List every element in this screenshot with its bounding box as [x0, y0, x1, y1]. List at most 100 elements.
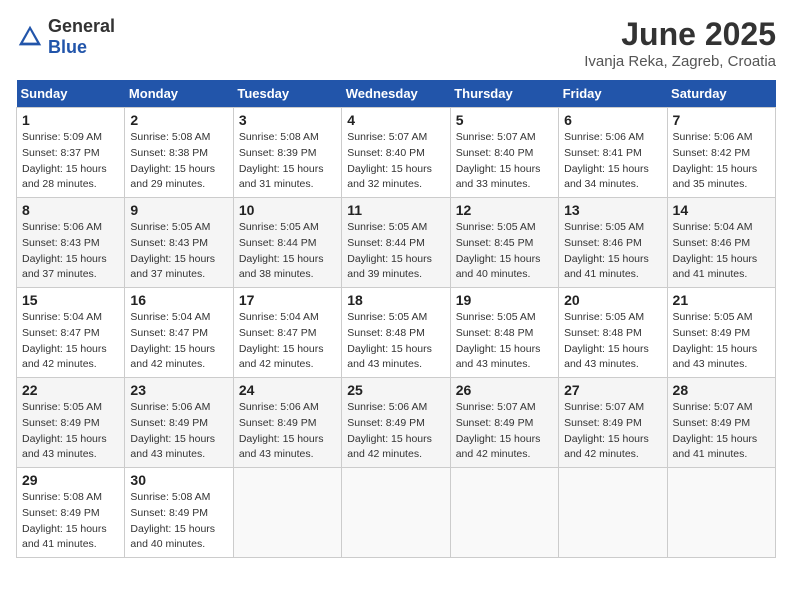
day-number: 2 [130, 112, 227, 128]
calendar-cell: 9 Sunrise: 5:05 AM Sunset: 8:43 PM Dayli… [125, 198, 233, 288]
day-info: Sunrise: 5:05 AM Sunset: 8:44 PM Dayligh… [239, 220, 336, 283]
day-number: 1 [22, 112, 119, 128]
day-info: Sunrise: 5:05 AM Sunset: 8:48 PM Dayligh… [347, 310, 444, 373]
day-info: Sunrise: 5:05 AM Sunset: 8:45 PM Dayligh… [456, 220, 553, 283]
day-info: Sunrise: 5:09 AM Sunset: 8:37 PM Dayligh… [22, 130, 119, 193]
calendar-cell: 8 Sunrise: 5:06 AM Sunset: 8:43 PM Dayli… [17, 198, 125, 288]
calendar-cell: 21 Sunrise: 5:05 AM Sunset: 8:49 PM Dayl… [667, 288, 775, 378]
day-info: Sunrise: 5:07 AM Sunset: 8:49 PM Dayligh… [673, 400, 770, 463]
day-info: Sunrise: 5:05 AM Sunset: 8:43 PM Dayligh… [130, 220, 227, 283]
calendar-cell: 13 Sunrise: 5:05 AM Sunset: 8:46 PM Dayl… [559, 198, 667, 288]
calendar-week-row: 8 Sunrise: 5:06 AM Sunset: 8:43 PM Dayli… [17, 198, 776, 288]
calendar-cell: 10 Sunrise: 5:05 AM Sunset: 8:44 PM Dayl… [233, 198, 341, 288]
day-number: 23 [130, 382, 227, 398]
day-info: Sunrise: 5:08 AM Sunset: 8:38 PM Dayligh… [130, 130, 227, 193]
calendar-cell: 20 Sunrise: 5:05 AM Sunset: 8:48 PM Dayl… [559, 288, 667, 378]
day-number: 29 [22, 472, 119, 488]
calendar-cell: 22 Sunrise: 5:05 AM Sunset: 8:49 PM Dayl… [17, 378, 125, 468]
day-number: 28 [673, 382, 770, 398]
day-info: Sunrise: 5:08 AM Sunset: 8:39 PM Dayligh… [239, 130, 336, 193]
calendar-cell [342, 468, 450, 558]
calendar-table: SundayMondayTuesdayWednesdayThursdayFrid… [16, 80, 776, 558]
day-number: 16 [130, 292, 227, 308]
calendar-cell: 19 Sunrise: 5:05 AM Sunset: 8:48 PM Dayl… [450, 288, 558, 378]
day-number: 9 [130, 202, 227, 218]
calendar-cell: 16 Sunrise: 5:04 AM Sunset: 8:47 PM Dayl… [125, 288, 233, 378]
calendar-cell: 1 Sunrise: 5:09 AM Sunset: 8:37 PM Dayli… [17, 108, 125, 198]
day-info: Sunrise: 5:05 AM Sunset: 8:48 PM Dayligh… [564, 310, 661, 373]
day-number: 4 [347, 112, 444, 128]
day-number: 30 [130, 472, 227, 488]
day-info: Sunrise: 5:06 AM Sunset: 8:49 PM Dayligh… [239, 400, 336, 463]
day-number: 11 [347, 202, 444, 218]
day-number: 7 [673, 112, 770, 128]
day-info: Sunrise: 5:05 AM Sunset: 8:46 PM Dayligh… [564, 220, 661, 283]
day-number: 25 [347, 382, 444, 398]
location-title: Ivanja Reka, Zagreb, Croatia [584, 53, 776, 70]
calendar-cell: 28 Sunrise: 5:07 AM Sunset: 8:49 PM Dayl… [667, 378, 775, 468]
logo: General Blue [16, 16, 115, 58]
weekday-header-friday: Friday [559, 80, 667, 108]
weekday-header-monday: Monday [125, 80, 233, 108]
day-number: 19 [456, 292, 553, 308]
calendar-cell: 11 Sunrise: 5:05 AM Sunset: 8:44 PM Dayl… [342, 198, 450, 288]
day-number: 15 [22, 292, 119, 308]
calendar-cell: 14 Sunrise: 5:04 AM Sunset: 8:46 PM Dayl… [667, 198, 775, 288]
weekday-header-tuesday: Tuesday [233, 80, 341, 108]
weekday-header-saturday: Saturday [667, 80, 775, 108]
day-number: 26 [456, 382, 553, 398]
calendar-cell [450, 468, 558, 558]
day-info: Sunrise: 5:06 AM Sunset: 8:42 PM Dayligh… [673, 130, 770, 193]
day-info: Sunrise: 5:04 AM Sunset: 8:47 PM Dayligh… [239, 310, 336, 373]
day-info: Sunrise: 5:05 AM Sunset: 8:48 PM Dayligh… [456, 310, 553, 373]
day-info: Sunrise: 5:06 AM Sunset: 8:41 PM Dayligh… [564, 130, 661, 193]
calendar-cell: 23 Sunrise: 5:06 AM Sunset: 8:49 PM Dayl… [125, 378, 233, 468]
day-number: 10 [239, 202, 336, 218]
day-info: Sunrise: 5:07 AM Sunset: 8:49 PM Dayligh… [564, 400, 661, 463]
day-number: 17 [239, 292, 336, 308]
calendar-cell: 15 Sunrise: 5:04 AM Sunset: 8:47 PM Dayl… [17, 288, 125, 378]
weekday-header-sunday: Sunday [17, 80, 125, 108]
calendar-cell: 6 Sunrise: 5:06 AM Sunset: 8:41 PM Dayli… [559, 108, 667, 198]
day-info: Sunrise: 5:04 AM Sunset: 8:47 PM Dayligh… [22, 310, 119, 373]
calendar-cell: 4 Sunrise: 5:07 AM Sunset: 8:40 PM Dayli… [342, 108, 450, 198]
calendar-cell: 12 Sunrise: 5:05 AM Sunset: 8:45 PM Dayl… [450, 198, 558, 288]
calendar-cell: 2 Sunrise: 5:08 AM Sunset: 8:38 PM Dayli… [125, 108, 233, 198]
calendar-week-row: 22 Sunrise: 5:05 AM Sunset: 8:49 PM Dayl… [17, 378, 776, 468]
calendar-cell: 25 Sunrise: 5:06 AM Sunset: 8:49 PM Dayl… [342, 378, 450, 468]
logo-icon [16, 23, 44, 51]
logo-text-blue: Blue [48, 37, 87, 57]
day-info: Sunrise: 5:04 AM Sunset: 8:46 PM Dayligh… [673, 220, 770, 283]
calendar-cell [559, 468, 667, 558]
calendar-cell: 29 Sunrise: 5:08 AM Sunset: 8:49 PM Dayl… [17, 468, 125, 558]
logo-text-general: General [48, 16, 115, 36]
calendar-cell: 27 Sunrise: 5:07 AM Sunset: 8:49 PM Dayl… [559, 378, 667, 468]
page-header: General Blue June 2025 Ivanja Reka, Zagr… [16, 16, 776, 70]
day-info: Sunrise: 5:06 AM Sunset: 8:49 PM Dayligh… [347, 400, 444, 463]
day-info: Sunrise: 5:07 AM Sunset: 8:40 PM Dayligh… [347, 130, 444, 193]
day-number: 20 [564, 292, 661, 308]
day-info: Sunrise: 5:04 AM Sunset: 8:47 PM Dayligh… [130, 310, 227, 373]
calendar-cell: 17 Sunrise: 5:04 AM Sunset: 8:47 PM Dayl… [233, 288, 341, 378]
day-number: 5 [456, 112, 553, 128]
day-number: 3 [239, 112, 336, 128]
day-number: 13 [564, 202, 661, 218]
day-info: Sunrise: 5:07 AM Sunset: 8:49 PM Dayligh… [456, 400, 553, 463]
calendar-cell: 5 Sunrise: 5:07 AM Sunset: 8:40 PM Dayli… [450, 108, 558, 198]
day-number: 18 [347, 292, 444, 308]
weekday-header-row: SundayMondayTuesdayWednesdayThursdayFrid… [17, 80, 776, 108]
day-info: Sunrise: 5:07 AM Sunset: 8:40 PM Dayligh… [456, 130, 553, 193]
calendar-week-row: 1 Sunrise: 5:09 AM Sunset: 8:37 PM Dayli… [17, 108, 776, 198]
calendar-cell: 7 Sunrise: 5:06 AM Sunset: 8:42 PM Dayli… [667, 108, 775, 198]
calendar-week-row: 29 Sunrise: 5:08 AM Sunset: 8:49 PM Dayl… [17, 468, 776, 558]
title-area: June 2025 Ivanja Reka, Zagreb, Croatia [584, 16, 776, 70]
weekday-header-wednesday: Wednesday [342, 80, 450, 108]
month-title: June 2025 [584, 16, 776, 53]
weekday-header-thursday: Thursday [450, 80, 558, 108]
calendar-cell [667, 468, 775, 558]
day-info: Sunrise: 5:05 AM Sunset: 8:49 PM Dayligh… [22, 400, 119, 463]
day-info: Sunrise: 5:05 AM Sunset: 8:44 PM Dayligh… [347, 220, 444, 283]
calendar-cell: 26 Sunrise: 5:07 AM Sunset: 8:49 PM Dayl… [450, 378, 558, 468]
calendar-week-row: 15 Sunrise: 5:04 AM Sunset: 8:47 PM Dayl… [17, 288, 776, 378]
day-info: Sunrise: 5:06 AM Sunset: 8:43 PM Dayligh… [22, 220, 119, 283]
